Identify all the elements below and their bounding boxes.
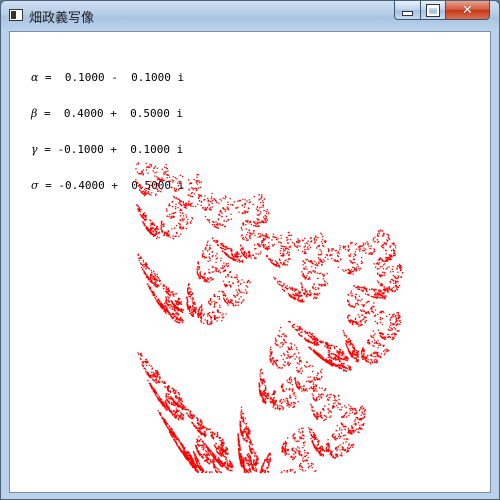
drawing-area: α = 0.1000 - 0.1000 i β = 0.4000 + 0.500… [9, 31, 491, 493]
close-icon: ✕ [462, 3, 473, 18]
fractal-path [135, 162, 403, 473]
hata-fractal-plot [10, 32, 490, 492]
maximize-icon [427, 5, 439, 16]
window-title: 畑政義写像 [29, 7, 94, 26]
maximize-button[interactable] [420, 1, 446, 20]
app-window: 畑政義写像 ✕ α = 0.1000 - 0.1000 i β = 0.4000… [0, 0, 500, 500]
minimize-icon [402, 11, 413, 16]
close-button[interactable]: ✕ [445, 1, 490, 20]
fractal-points [135, 162, 403, 473]
app-icon[interactable] [9, 9, 23, 21]
title-bar[interactable]: 畑政義写像 ✕ [1, 1, 499, 31]
minimize-button[interactable] [394, 1, 421, 20]
